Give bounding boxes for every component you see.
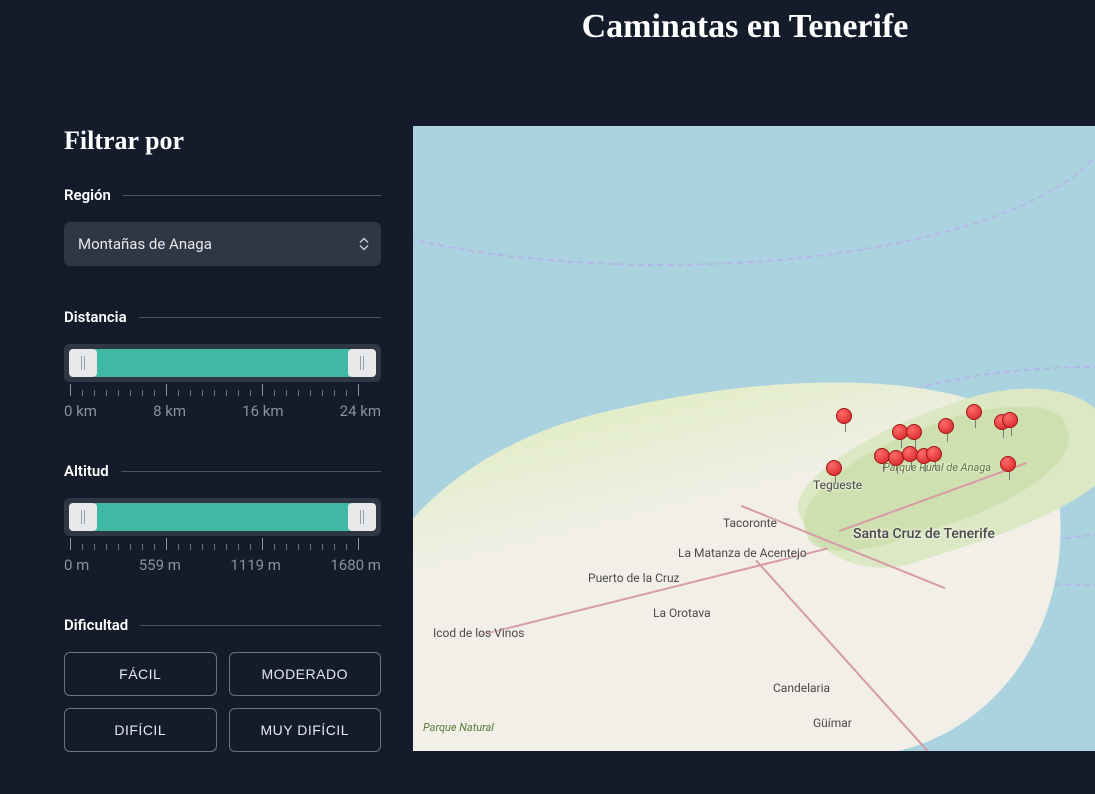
- slider-fill: [94, 503, 351, 531]
- region-selected-value: Montañas de Anaga: [78, 235, 212, 253]
- slider-fill: [94, 349, 351, 377]
- altitude-slider-max-handle[interactable]: [348, 503, 376, 531]
- difficulty-very-hard-button[interactable]: MUY DIFÍCIL: [229, 708, 382, 752]
- difficulty-hard-button[interactable]: DIFÍCIL: [64, 708, 217, 752]
- tick-label: 16 km: [242, 402, 283, 420]
- map-marker[interactable]: [836, 408, 854, 426]
- map-place-label: Parque Natural: [423, 721, 494, 734]
- divider: [139, 317, 381, 318]
- map-marker[interactable]: [966, 404, 984, 422]
- divider: [121, 471, 381, 472]
- region-fieldset: Región Montañas de Anaga: [64, 186, 381, 266]
- filter-heading: Filtrar por: [64, 126, 381, 156]
- divider: [140, 625, 381, 626]
- map-marker[interactable]: [1000, 456, 1018, 474]
- distance-slider[interactable]: [64, 344, 381, 382]
- divider: [123, 195, 381, 196]
- difficulty-moderate-button[interactable]: MODERADO: [229, 652, 382, 696]
- tick-label: 559 m: [139, 556, 181, 574]
- hikes-map[interactable]: Tegueste Tacoronte La Matanza de Acentejo P…: [413, 126, 1095, 751]
- map-marker[interactable]: [926, 446, 944, 464]
- distance-label: Distancia: [64, 308, 127, 326]
- map-marker[interactable]: [1002, 412, 1020, 430]
- filter-sidebar: Filtrar por Región Montañas de Anaga Dis…: [0, 126, 413, 794]
- distance-slider-min-handle[interactable]: [69, 349, 97, 377]
- difficulty-label: Dificultad: [64, 616, 128, 634]
- pin-icon: [1002, 412, 1018, 428]
- map-place-label: Tacoronte: [723, 516, 777, 530]
- tick-label: 8 km: [153, 402, 186, 420]
- altitude-ticks: [64, 538, 381, 550]
- region-label: Región: [64, 186, 111, 204]
- difficulty-fieldset: Dificultad FÁCIL MODERADO DIFÍCIL MUY DI…: [64, 616, 381, 752]
- altitude-fieldset: Altitud 0 m 559 m 1119 m 1680 m: [64, 462, 381, 574]
- difficulty-easy-button[interactable]: FÁCIL: [64, 652, 217, 696]
- distance-fieldset: Distancia 0 km 8 km 16 km 24 km: [64, 308, 381, 420]
- map-place-label: Icod de los Vinos: [433, 626, 524, 640]
- map-place-label: Tegueste: [813, 478, 862, 492]
- map-place-label: La Orotava: [653, 606, 711, 620]
- map-marker[interactable]: [826, 460, 844, 478]
- pin-icon: [966, 404, 982, 420]
- tick-label: 0 m: [64, 556, 89, 574]
- altitude-tick-labels: 0 m 559 m 1119 m 1680 m: [64, 556, 381, 574]
- pin-icon: [926, 446, 942, 462]
- pin-icon: [906, 424, 922, 440]
- map-place-label: Candelaria: [773, 681, 830, 695]
- tick-label: 0 km: [64, 402, 97, 420]
- map-place-label: Puerto de la Cruz: [588, 571, 680, 585]
- map-place-label: Güímar: [813, 716, 852, 730]
- pin-icon: [826, 460, 842, 476]
- map-place-label: Santa Cruz de Tenerife: [853, 526, 995, 542]
- distance-tick-labels: 0 km 8 km 16 km 24 km: [64, 402, 381, 420]
- tick-label: 24 km: [340, 402, 381, 420]
- distance-ticks: [64, 384, 381, 396]
- altitude-label: Altitud: [64, 462, 109, 480]
- pin-icon: [1000, 456, 1016, 472]
- altitude-slider[interactable]: [64, 498, 381, 536]
- distance-slider-max-handle[interactable]: [348, 349, 376, 377]
- pin-icon: [938, 418, 954, 434]
- map-place-label: La Matanza de Acentejo: [678, 546, 807, 560]
- map-marker[interactable]: [938, 418, 956, 436]
- page-title: Caminatas en Tenerife: [0, 0, 1095, 46]
- map-marker[interactable]: [906, 424, 924, 442]
- tick-label: 1119 m: [230, 556, 281, 574]
- chevron-up-down-icon: [359, 238, 369, 251]
- tick-label: 1680 m: [330, 556, 381, 574]
- altitude-slider-min-handle[interactable]: [69, 503, 97, 531]
- pin-icon: [836, 408, 852, 424]
- region-select[interactable]: Montañas de Anaga: [64, 222, 381, 266]
